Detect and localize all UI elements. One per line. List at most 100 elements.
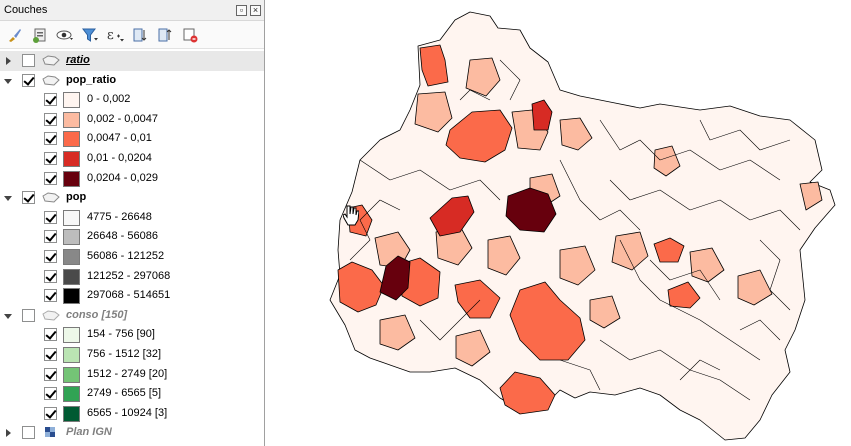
class-label: 0,0047 - 0,01 xyxy=(87,132,152,145)
layer-name-pop-ratio: pop_ratio xyxy=(66,73,117,86)
expand-all-icon[interactable] xyxy=(129,24,151,46)
collapse-arrow-icon[interactable] xyxy=(4,196,12,202)
class-swatch xyxy=(63,288,80,305)
class-swatch xyxy=(63,209,80,226)
pan-hand-cursor-icon xyxy=(343,205,359,226)
collapse-all-icon[interactable] xyxy=(154,24,176,46)
layer-checkbox-ratio[interactable] xyxy=(22,54,35,67)
visibility-eye-icon[interactable] xyxy=(54,24,76,46)
expand-arrow-icon[interactable] xyxy=(6,429,11,438)
polygon-layer-icon xyxy=(42,192,60,203)
class-swatch xyxy=(63,131,80,148)
layers-panel: Couches ▫ × ε ratio pop_ratio 0 - 0,002 … xyxy=(0,0,265,446)
class-label: 756 - 1512 [32] xyxy=(87,347,162,360)
class-label: 56086 - 121252 xyxy=(87,249,165,262)
class-swatch xyxy=(63,150,80,167)
raster-layer-icon xyxy=(45,427,55,438)
polygon-layer-icon xyxy=(42,310,60,321)
legend-class-row[interactable]: 297068 - 514651 xyxy=(0,286,264,306)
class-checkbox[interactable] xyxy=(44,230,57,244)
class-swatch xyxy=(63,366,80,383)
class-swatch xyxy=(63,346,80,363)
class-checkbox[interactable] xyxy=(44,93,57,107)
class-checkbox[interactable] xyxy=(44,249,57,263)
collapse-arrow-icon[interactable] xyxy=(4,313,12,319)
layer-row-pop-ratio[interactable]: pop_ratio xyxy=(0,71,264,91)
layer-row-conso[interactable]: conso [150] xyxy=(0,306,264,326)
class-swatch xyxy=(63,92,80,109)
class-checkbox[interactable] xyxy=(44,112,57,126)
layer-row-plan-ign[interactable]: Plan IGN xyxy=(0,423,264,443)
layer-name-pop: pop xyxy=(66,191,87,204)
layer-checkbox-conso[interactable] xyxy=(22,308,35,322)
class-label: 4775 - 26648 xyxy=(87,210,152,223)
legend-class-row[interactable]: 26648 - 56086 xyxy=(0,227,264,247)
legend-class-row[interactable]: 0,01 - 0,0204 xyxy=(0,149,264,169)
class-checkbox[interactable] xyxy=(44,328,57,342)
add-group-icon[interactable] xyxy=(29,24,51,46)
class-label: 0,01 - 0,0204 xyxy=(87,151,152,164)
class-checkbox[interactable] xyxy=(44,269,57,283)
class-swatch xyxy=(63,405,80,422)
float-panel-icon[interactable]: ▫ xyxy=(236,4,247,16)
class-label: 121252 - 297068 xyxy=(87,269,171,282)
class-label: 2749 - 6565 [5] xyxy=(87,387,162,400)
class-label: 1512 - 2749 [20] xyxy=(87,367,168,380)
layer-name-ratio: ratio xyxy=(66,54,90,66)
layer-name-conso: conso [150] xyxy=(66,308,128,321)
legend-class-row[interactable]: 0,0204 - 0,029 xyxy=(0,169,264,189)
layer-checkbox-pop-ratio[interactable] xyxy=(22,73,35,87)
filter-icon[interactable] xyxy=(79,24,101,46)
collapse-arrow-icon[interactable] xyxy=(4,78,12,84)
class-label: 0,0204 - 0,029 xyxy=(87,171,158,184)
class-checkbox[interactable] xyxy=(44,151,57,165)
legend-class-row[interactable]: 56086 - 121252 xyxy=(0,247,264,267)
polygon-layer-icon xyxy=(42,75,60,86)
class-checkbox[interactable] xyxy=(44,210,57,224)
class-checkbox[interactable] xyxy=(44,289,57,303)
layer-row-ratio[interactable]: ratio xyxy=(0,51,264,71)
class-checkbox[interactable] xyxy=(44,171,57,185)
style-brush-icon[interactable] xyxy=(4,24,26,46)
expand-arrow-icon[interactable] xyxy=(6,57,11,65)
layer-checkbox-plan-ign[interactable] xyxy=(22,426,35,440)
layer-checkbox-pop[interactable] xyxy=(22,191,35,205)
legend-class-row[interactable]: 4775 - 26648 xyxy=(0,208,264,228)
class-checkbox[interactable] xyxy=(44,347,57,361)
svg-text:ε: ε xyxy=(107,28,114,43)
legend-class-row[interactable]: 2749 - 6565 [5] xyxy=(0,384,264,404)
legend-class-row[interactable]: 6565 - 10924 [3] xyxy=(0,404,264,424)
remove-layer-icon[interactable] xyxy=(179,24,201,46)
layer-row-pop[interactable]: pop xyxy=(0,188,264,208)
qgis-window: Couches ▫ × ε ratio pop_ratio 0 - 0,002 … xyxy=(0,0,851,446)
panel-title: Couches xyxy=(4,4,48,16)
class-label: 26648 - 56086 xyxy=(87,230,158,243)
region-outline xyxy=(329,11,836,441)
class-swatch xyxy=(63,248,80,265)
class-swatch xyxy=(63,229,80,246)
legend-class-row[interactable]: 1512 - 2749 [20] xyxy=(0,365,264,385)
class-checkbox[interactable] xyxy=(44,387,57,401)
legend-class-row[interactable]: 154 - 756 [90] xyxy=(0,325,264,345)
layer-name-plan-ign: Plan IGN xyxy=(66,426,112,439)
layers-toolbar: ε xyxy=(0,21,264,49)
class-swatch xyxy=(63,170,80,187)
legend-class-row[interactable]: 0,0047 - 0,01 xyxy=(0,129,264,149)
class-checkbox[interactable] xyxy=(44,367,57,381)
class-checkbox[interactable] xyxy=(44,132,57,146)
expression-epsilon-icon[interactable]: ε xyxy=(104,24,126,46)
class-swatch xyxy=(63,268,80,285)
polygon-layer-icon xyxy=(42,55,60,66)
class-label: 154 - 756 [90] xyxy=(87,328,155,341)
legend-class-row[interactable]: 0,002 - 0,0047 xyxy=(0,110,264,130)
layer-tree: ratio pop_ratio 0 - 0,002 0,002 - 0,0047… xyxy=(0,51,264,443)
legend-class-row[interactable]: 756 - 1512 [32] xyxy=(0,345,264,365)
class-label: 0 - 0,002 xyxy=(87,93,131,106)
legend-class-row[interactable]: 121252 - 297068 xyxy=(0,267,264,287)
close-icon[interactable]: × xyxy=(250,4,261,16)
legend-class-row[interactable]: 0 - 0,002 xyxy=(0,90,264,110)
class-checkbox[interactable] xyxy=(44,406,57,420)
class-swatch xyxy=(63,386,80,403)
class-swatch xyxy=(63,327,80,344)
class-label: 6565 - 10924 [3] xyxy=(87,406,168,419)
